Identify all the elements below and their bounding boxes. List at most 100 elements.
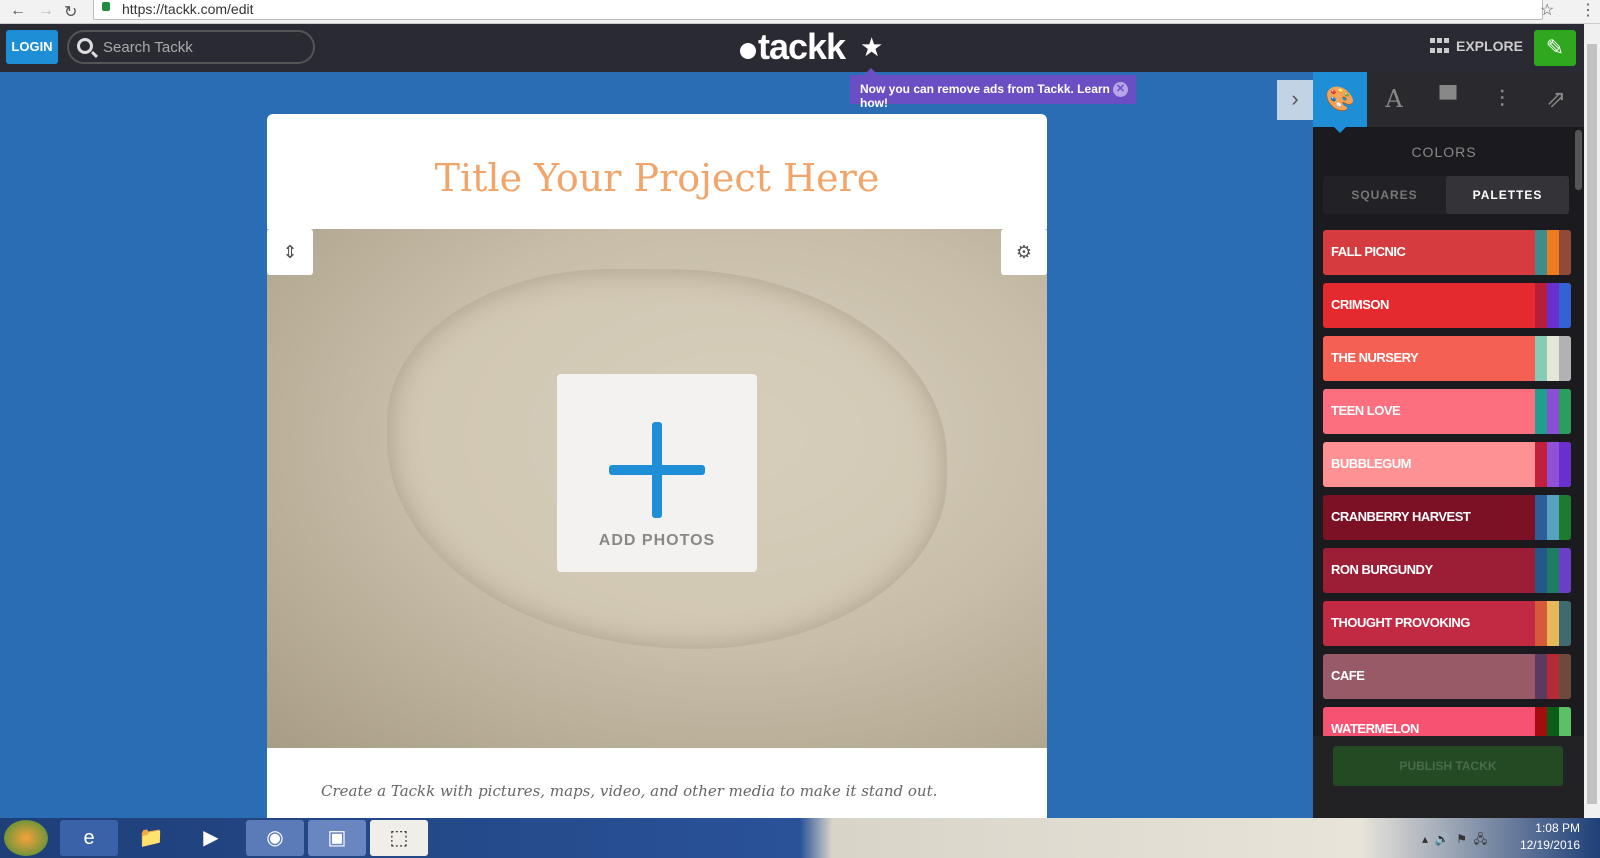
logo-text: tackk (758, 26, 846, 67)
swatch (1547, 230, 1559, 275)
palette-name: THE NURSERY (1331, 350, 1419, 365)
palette-item[interactable]: WATERMELON (1323, 707, 1571, 736)
collapse-panel-button[interactable]: › (1277, 80, 1313, 120)
swatch (1559, 336, 1571, 381)
swatch (1535, 389, 1547, 434)
palette-item[interactable]: FALL PICNIC (1323, 230, 1571, 275)
lock-icon (102, 2, 110, 11)
swatch (1559, 230, 1571, 275)
forward-icon[interactable]: → (38, 2, 54, 20)
browser-menu-icon[interactable]: ⋮ (1580, 0, 1596, 20)
star-icon[interactable]: ★ (860, 32, 883, 63)
palette-name: CAFE (1331, 668, 1365, 683)
swatch (1547, 389, 1559, 434)
palette-list: FALL PICNIC CRIMSON THE NURSERY TEEN LOVE BU… (1323, 230, 1571, 736)
chrome-icon[interactable]: ◉ (246, 820, 304, 856)
palette-item[interactable]: CRANBERRY HARVEST (1323, 495, 1571, 540)
gear-icon[interactable]: ⚙ (1001, 229, 1047, 275)
palette-item[interactable]: CAFE (1323, 654, 1571, 699)
swatch (1547, 283, 1559, 328)
palette-swatches (1535, 336, 1571, 381)
swatch (1547, 336, 1559, 381)
ads-notice[interactable]: Now you can remove ads from Tackk. Learn… (850, 68, 1136, 110)
bookmark-star-icon[interactable]: ☆ (1540, 0, 1554, 20)
swatch (1559, 601, 1571, 646)
search-placeholder: Search Tackk (103, 39, 193, 56)
palette-item[interactable]: CRIMSON (1323, 283, 1571, 328)
edit-pencil-button[interactable]: ✎ (1534, 30, 1576, 66)
colors-heading: COLORS (1411, 144, 1477, 160)
explorer-icon[interactable]: 📁 (122, 820, 180, 856)
snipping-tool-icon[interactable]: ⬚ (370, 820, 428, 856)
add-photos-button[interactable]: ADD PHOTOS (557, 374, 757, 572)
swatch (1559, 389, 1571, 434)
tackk-logo[interactable]: tackk (740, 26, 846, 68)
project-title[interactable]: Title Your Project Here (267, 156, 1047, 200)
control-panel-icon[interactable]: ▣ (308, 820, 366, 856)
palette-name: BUBBLEGUM (1331, 456, 1412, 471)
palette-swatches (1535, 548, 1571, 593)
taskbar: e 📁 ▶ ◉ ▣ ⬚ ▴ 🔊 ⚑ 🖧 1:08 PM 12/19/2016 (0, 818, 1600, 858)
add-photos-label: ADD PHOTOS (598, 532, 716, 549)
palette-swatches (1535, 601, 1571, 646)
start-button[interactable] (4, 820, 48, 856)
swatch (1535, 654, 1547, 699)
tab-palettes[interactable]: PALETTES (1446, 176, 1569, 214)
swatch (1535, 707, 1547, 736)
palette-item[interactable]: BUBBLEGUM (1323, 442, 1571, 487)
login-button[interactable]: LOGIN (6, 30, 58, 64)
move-arrows-icon[interactable]: ⇕ (267, 229, 313, 275)
share-icon[interactable]: ⇗ (1529, 72, 1583, 127)
swatch (1547, 654, 1559, 699)
style-panel: 🎨 A ▀ ⫶ ⇗ COLORS SQUARES PALETTES FALL P… (1313, 72, 1584, 818)
grid-icon (1430, 38, 1450, 56)
caption-text[interactable]: Create a Tackk with pictures, maps, vide… (321, 782, 937, 800)
media-player-icon[interactable]: ▶ (182, 820, 240, 856)
ie-icon[interactable]: e (60, 820, 118, 856)
swatch (1559, 707, 1571, 736)
back-icon[interactable]: ← (10, 2, 26, 20)
swatch (1535, 601, 1547, 646)
swatch (1547, 548, 1559, 593)
palette-item[interactable]: RON BURGUNDY (1323, 548, 1571, 593)
search-input[interactable]: Search Tackk (67, 30, 315, 64)
palette-item[interactable]: THOUGHT PROVOKING (1323, 601, 1571, 646)
palette-swatches (1535, 230, 1571, 275)
tab-squares[interactable]: SQUARES (1323, 176, 1446, 214)
clock[interactable]: 1:08 PM 12/19/2016 (1510, 820, 1580, 854)
time: 1:08 PM (1535, 821, 1580, 835)
swatch (1559, 495, 1571, 540)
swatch (1547, 495, 1559, 540)
swatch (1535, 336, 1547, 381)
palette-name: FALL PICNIC (1331, 244, 1406, 259)
plus-icon (609, 422, 705, 518)
swatch (1547, 707, 1559, 736)
paint-roller-icon[interactable]: ▀ (1421, 72, 1475, 127)
palette-icon[interactable]: 🎨 (1313, 72, 1367, 133)
sliders-icon[interactable]: ⫶ (1475, 72, 1529, 127)
palette-name: CRIMSON (1331, 297, 1389, 312)
font-icon[interactable]: A (1367, 72, 1421, 127)
palette-item[interactable]: THE NURSERY (1323, 336, 1571, 381)
page-scrollbar[interactable] (1584, 24, 1600, 818)
palette-swatches (1535, 283, 1571, 328)
palette-swatches (1535, 495, 1571, 540)
publish-button[interactable]: PUBLISH TACKK (1333, 746, 1563, 786)
close-icon[interactable]: ✕ (1113, 82, 1128, 97)
swatch (1547, 601, 1559, 646)
swatch (1547, 442, 1559, 487)
palette-swatches (1535, 707, 1571, 736)
panel-scrollbar[interactable] (1575, 130, 1582, 190)
cover-image-map: ⇕ ⚙ ADD PHOTOS (267, 229, 1047, 748)
reload-icon[interactable]: ↻ (64, 2, 77, 22)
project-card: Title Your Project Here ⇕ ⚙ ADD PHOTOS C… (267, 114, 1047, 824)
palette-swatches (1535, 654, 1571, 699)
palette-item[interactable]: TEEN LOVE (1323, 389, 1571, 434)
palette-swatches (1535, 442, 1571, 487)
explore-button[interactable]: EXPLORE (1430, 38, 1523, 56)
palette-name: WATERMELON (1331, 721, 1419, 736)
system-tray[interactable]: ▴ 🔊 ⚑ 🖧 (1422, 830, 1487, 851)
palette-name: THOUGHT PROVOKING (1331, 615, 1470, 630)
search-icon (77, 38, 93, 54)
address-bar[interactable]: https://tackk.com/edit (93, 0, 1543, 20)
